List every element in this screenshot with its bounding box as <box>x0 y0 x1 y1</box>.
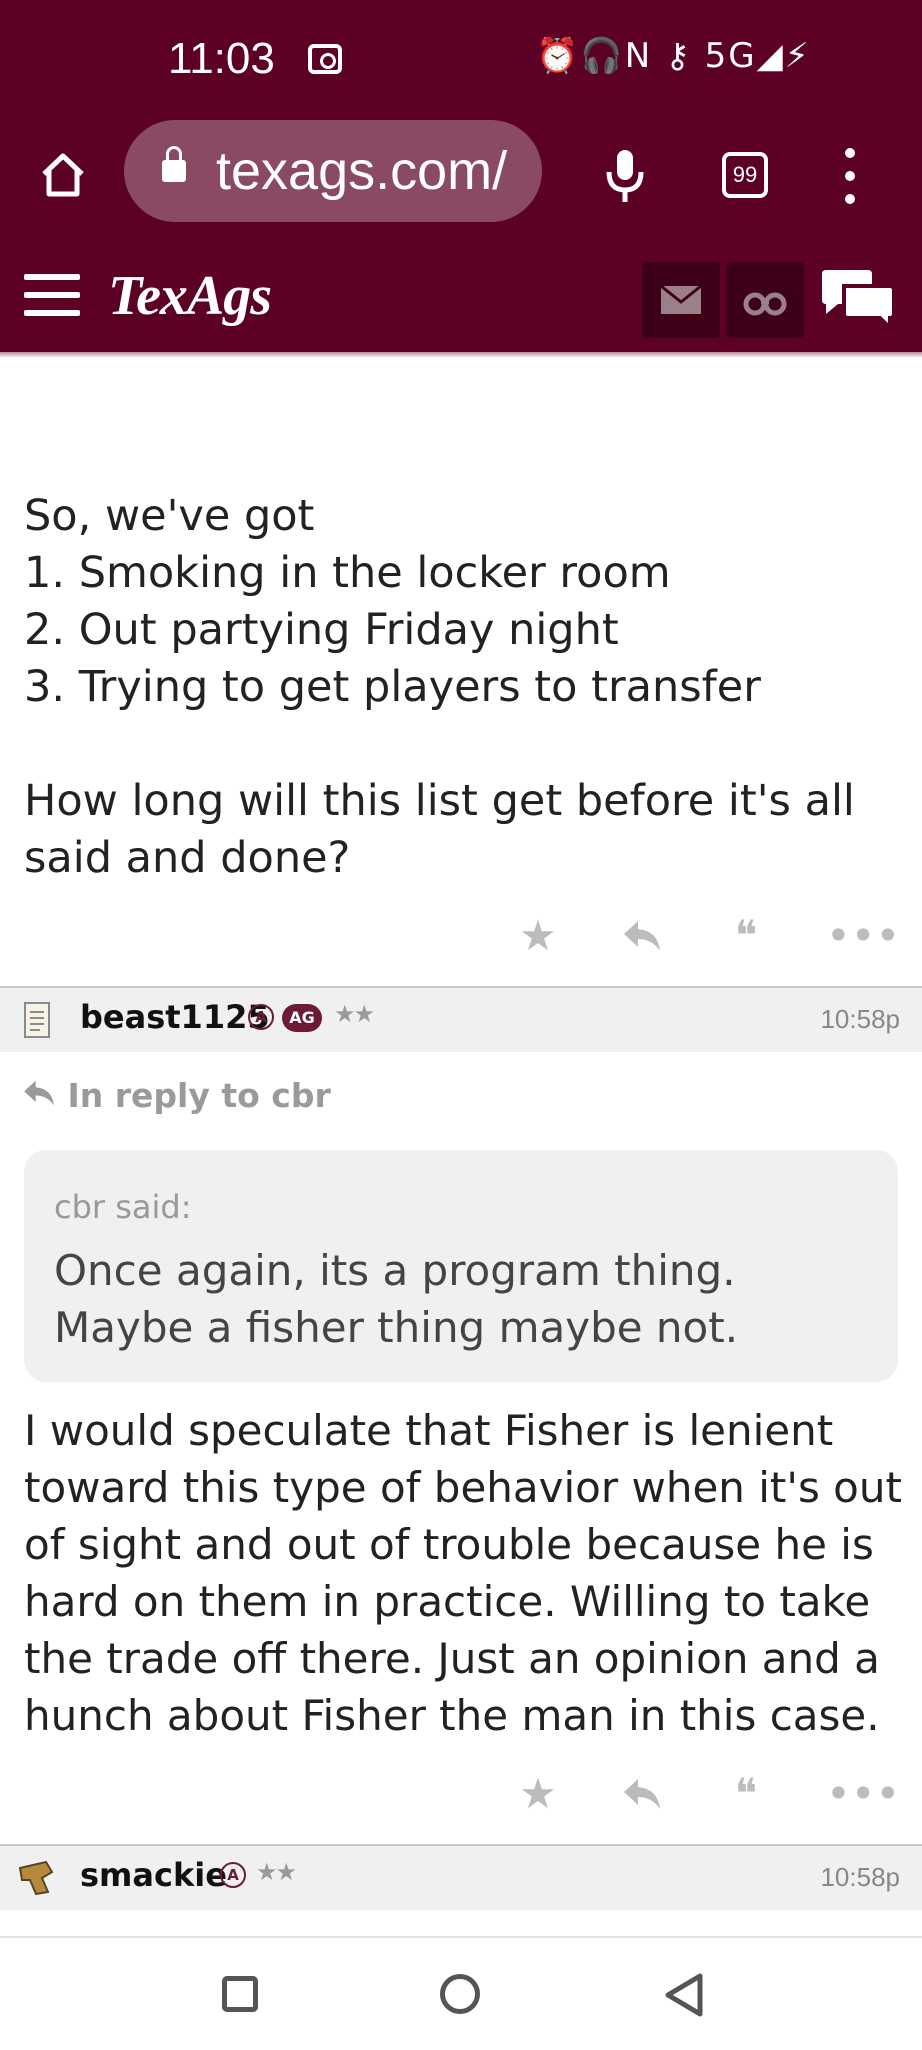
post-user-bar: smackie A ★★ 10:58p <box>0 1846 922 1910</box>
charging-icon: ⚡ <box>784 36 811 76</box>
browser-menu-icon[interactable] <box>842 148 858 204</box>
home-button[interactable] <box>440 1974 480 2014</box>
reply-arrow-icon <box>24 1080 54 1106</box>
post-line: the trade off there. Just an opinion and… <box>24 1634 880 1683</box>
quote-text: Once again, its a program thing. Maybe a… <box>54 1242 738 1356</box>
user-stars: ★★ <box>334 1000 375 1028</box>
nfc-icon: N <box>624 36 653 76</box>
post-line: toward this type of behavior when it's o… <box>24 1463 902 1512</box>
avatar[interactable] <box>22 1000 52 1040</box>
tab-switcher-button[interactable]: 99 <box>722 152 768 198</box>
post-actions: ★ ❝ ••• <box>0 1764 922 1834</box>
reply-icon[interactable] <box>612 1764 672 1824</box>
home-icon[interactable] <box>38 150 88 200</box>
signal-icon: ◢ <box>756 36 785 76</box>
post-line: How long will this list get before it's … <box>24 776 855 826</box>
post-line: hard on them in practice. Willing to tak… <box>24 1577 871 1626</box>
quote-block: cbr said: Once again, its a program thin… <box>24 1150 898 1382</box>
status-time: 11:03 <box>168 34 275 83</box>
post-time: 10:58p <box>820 1862 900 1892</box>
browser-top-area: 11:03 ⏰🎧N ⚷ 5G◢⚡ texags.com/ 99 TexAgs <box>0 0 922 352</box>
post-line: 3. Trying to get players to transfer <box>24 662 761 712</box>
username[interactable]: smackie <box>80 1856 227 1894</box>
hamburger-menu-icon[interactable] <box>24 274 80 318</box>
post-line: 1. Smoking in the locker room <box>24 548 671 598</box>
status-bar: 11:03 ⏰🎧N ⚷ 5G◢⚡ <box>0 0 922 120</box>
post-line: hunch about Fisher the man in this case. <box>24 1691 880 1740</box>
badge-a: A <box>248 1004 274 1030</box>
back-button[interactable] <box>662 1972 706 2018</box>
mic-icon[interactable] <box>600 146 650 206</box>
quote-icon[interactable]: ❝ <box>716 1764 776 1824</box>
lock-icon <box>162 146 186 182</box>
url-text[interactable]: texags.com/ <box>216 140 507 202</box>
post-line: So, we've got <box>24 491 315 541</box>
username[interactable]: beast1125 <box>80 998 270 1036</box>
binoculars-icon <box>743 292 787 316</box>
site-nav: TexAgs <box>0 252 922 352</box>
post-line: said and done? <box>24 833 351 883</box>
key-icon: ⚷ <box>664 36 692 76</box>
in-reply-to-link[interactable]: In reply to cbr <box>22 1076 331 1115</box>
post-line: 2. Out partying Friday night <box>24 605 619 655</box>
status-icons: ⏰🎧N ⚷ 5G◢⚡ <box>536 36 811 76</box>
more-options-icon[interactable]: ••• <box>826 906 900 966</box>
url-bar[interactable]: texags.com/ <box>124 120 542 222</box>
quote-author: cbr said: <box>54 1188 192 1226</box>
star-icon[interactable]: ★ <box>508 1764 568 1824</box>
site-logo[interactable]: TexAgs <box>108 264 272 328</box>
post-line: of sight and out of trouble because he i… <box>24 1520 874 1569</box>
badge-ag: AG <box>282 1004 322 1032</box>
post-body: So, we've got 1. Smoking in the locker r… <box>24 488 904 887</box>
post-user-bar: beast1125 A AG ★★ 10:58p <box>0 988 922 1052</box>
post-time: 10:58p <box>820 1004 900 1034</box>
recent-apps-button[interactable] <box>222 1976 258 2012</box>
quote-icon[interactable]: ❝ <box>716 906 776 966</box>
forum-chat-icon[interactable] <box>818 266 898 332</box>
user-stars: ★★ <box>256 1858 297 1886</box>
post-body: I would speculate that Fisher is lenient… <box>24 1402 914 1744</box>
star-icon[interactable]: ★ <box>508 906 568 966</box>
screen-record-icon <box>308 44 342 74</box>
more-options-icon[interactable]: ••• <box>826 1764 900 1824</box>
quote-line: Once again, its a program thing. <box>54 1246 736 1295</box>
post-actions: ★ ❝ ••• <box>0 906 922 976</box>
avatar[interactable] <box>16 1858 56 1898</box>
android-nav-bar <box>0 1936 922 2050</box>
mail-icon <box>660 284 702 314</box>
messages-button[interactable] <box>642 262 720 338</box>
reply-icon[interactable] <box>612 906 672 966</box>
post-line <box>24 716 904 773</box>
post-line: I would speculate that Fisher is lenient <box>24 1406 834 1455</box>
headphones-icon: 🎧 <box>580 36 625 76</box>
quote-line: Maybe a fisher thing maybe not. <box>54 1303 739 1352</box>
alarm-icon: ⏰ <box>536 36 581 76</box>
header-shadow <box>0 352 922 358</box>
5g-icon: 5G <box>704 36 757 76</box>
badge-a: A <box>220 1862 246 1888</box>
address-bar-row: texags.com/ 99 <box>0 120 922 230</box>
in-reply-to-text: In reply to cbr <box>67 1076 331 1115</box>
watch-button[interactable] <box>726 262 804 338</box>
